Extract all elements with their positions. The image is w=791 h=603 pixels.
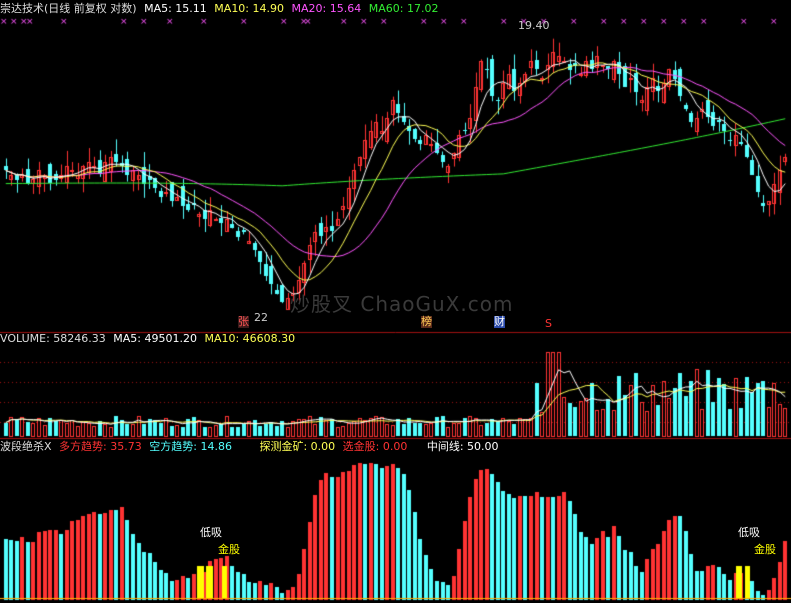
- gold-stock-signal-1: 金股: [218, 543, 240, 556]
- dragon-tiger-marker[interactable]: 榜: [421, 316, 432, 328]
- gold-stock-signal-2: 金股: [754, 543, 776, 556]
- low-buy-signal-2: 低吸: [738, 526, 760, 539]
- limit-up-marker[interactable]: 张: [238, 316, 249, 328]
- finance-report-marker[interactable]: 财: [494, 316, 505, 328]
- low-price-label: 22: [254, 311, 268, 324]
- high-price-label: 19.40: [518, 19, 550, 32]
- sell-signal-marker[interactable]: S: [545, 318, 552, 330]
- low-buy-signal-1: 低吸: [200, 526, 222, 539]
- watermark: 炒股叉 ChaoGuX.com: [290, 292, 514, 316]
